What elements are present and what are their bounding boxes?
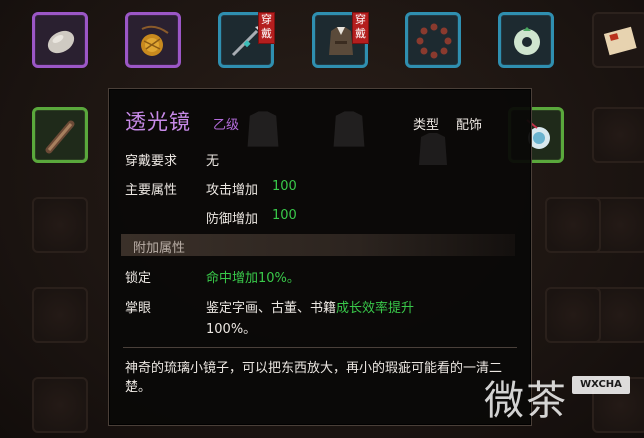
empty-slot[interactable] <box>32 197 88 253</box>
main-attribute-label: 主要属性 <box>125 183 178 198</box>
rolled-scroll-icon <box>45 120 75 154</box>
item-grade: 乙级 <box>213 118 240 133</box>
lock-label: 锁定 <box>125 271 152 286</box>
watermark-badge: WXCHA <box>572 376 630 394</box>
attack-value: 100 <box>272 179 297 194</box>
tooltip-divider <box>123 347 517 348</box>
inventory-slot-robe[interactable]: 穿戴 <box>312 12 369 68</box>
empty-slot[interactable] <box>545 287 601 343</box>
gourd-pouch-icon <box>141 25 169 56</box>
armor-silhouette-icon <box>247 111 279 147</box>
inventory-slot-jade[interactable] <box>498 12 554 68</box>
watermark-text: 微茶 <box>484 378 568 424</box>
scroll-icon <box>603 26 637 56</box>
empty-slot[interactable] <box>32 287 88 343</box>
equipped-tag: 穿戴 <box>258 12 275 44</box>
watermark: 微茶 WXCHA <box>480 362 642 432</box>
extra-attribute-label: 附加属性 <box>133 241 186 256</box>
armor-silhouette-icon <box>419 133 447 165</box>
empty-slot[interactable] <box>545 197 601 253</box>
eye-effect-highlight: 成长效率提升 <box>336 301 415 316</box>
empty-slot[interactable] <box>592 107 644 163</box>
armor-silhouette-icon <box>333 111 365 147</box>
lock-value: 命中增加10%。 <box>206 271 300 286</box>
jade-ring-icon <box>514 27 540 55</box>
eye-effect-text: 鉴定字画、古董、书籍成长效率提升 <box>206 297 414 316</box>
inventory-slot-rolled-scroll[interactable] <box>32 107 88 163</box>
eye-effect-part2: 100%。 <box>206 322 257 337</box>
item-tooltip: 透光镜 乙级 类型 配饰 穿戴要求 无 主要属性 攻击增加 100 防御增加 1… <box>108 88 532 426</box>
inventory-slot-spear[interactable]: 穿戴 <box>218 12 275 68</box>
inventory-slot-gourd[interactable] <box>125 12 181 68</box>
defense-label: 防御增加 <box>206 212 259 227</box>
item-description: 神奇的琉璃小镜子，可以把东西放大，再小的瑕疵可能看的一清二楚。 <box>125 361 503 395</box>
type-value: 配饰 <box>456 118 483 133</box>
wear-requirement-value: 无 <box>206 154 220 169</box>
inventory-slot-stone[interactable] <box>32 12 88 68</box>
wear-requirement-label: 穿戴要求 <box>125 154 178 169</box>
eye-effect-part1: 鉴定字画、古董、书籍 <box>206 301 337 316</box>
item-title: 透光镜 <box>125 110 191 134</box>
defense-value: 100 <box>272 208 297 223</box>
prayer-beads-icon <box>416 23 452 59</box>
equipped-tag: 穿戴 <box>352 12 369 44</box>
stone-icon <box>47 30 75 54</box>
eye-label: 掌眼 <box>125 301 152 316</box>
attack-label: 攻击增加 <box>206 183 259 198</box>
inventory-slot-beads[interactable] <box>405 12 461 68</box>
empty-slot[interactable] <box>32 377 88 433</box>
inventory-slot-scroll[interactable] <box>592 12 644 68</box>
